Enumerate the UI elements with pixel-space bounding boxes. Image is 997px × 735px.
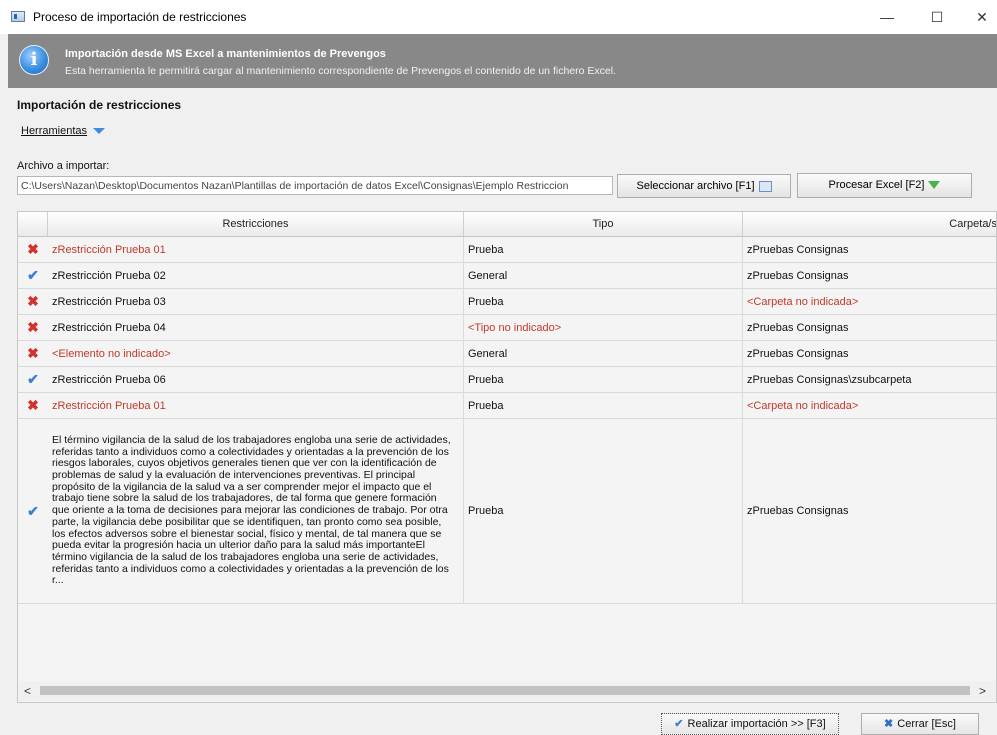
cell-tipo[interactable]: Prueba	[464, 237, 743, 262]
cell-restriccion[interactable]: zRestricción Prueba 06	[48, 367, 464, 392]
x-icon: ✖	[27, 345, 39, 361]
search-icon	[758, 180, 772, 192]
cell-tipo[interactable]: General	[464, 263, 743, 288]
app-icon	[11, 11, 25, 22]
cell-restriccion[interactable]: zRestricción Prueba 01	[48, 237, 464, 262]
section-title: Importación de restricciones	[17, 98, 182, 112]
check-icon: ✔	[27, 267, 39, 283]
close-button-label: Cerrar [Esc]	[897, 718, 956, 730]
check-icon: ✔	[674, 718, 684, 730]
table-row[interactable]: ✖ zRestricción Prueba 01 Prueba <Carpeta no…	[18, 393, 996, 419]
cell-restriccion[interactable]: <Elemento no indicado>	[48, 341, 464, 366]
file-path-input[interactable]	[17, 176, 613, 195]
grid-header: Restricciones Tipo Carpeta/s	[18, 212, 996, 237]
banner-title: Importación desde MS Excel a mantenimien…	[65, 48, 386, 60]
cell-carpeta[interactable]: <Carpeta no indicada>	[743, 289, 996, 314]
header-status-cell	[18, 212, 48, 236]
tools-menu-label: Herramientas	[21, 125, 88, 137]
cell-tipo[interactable]: Prueba	[464, 393, 743, 418]
arrow-down-icon	[928, 181, 941, 190]
maximize-button[interactable]: ☐	[915, 0, 959, 34]
check-icon: ✔	[27, 371, 39, 387]
cell-carpeta[interactable]: zPruebas Consignas	[743, 315, 996, 340]
cell-tipo[interactable]: General	[464, 341, 743, 366]
cell-carpeta[interactable]: zPruebas Consignas	[743, 263, 996, 288]
cell-restriccion[interactable]: zRestricción Prueba 02	[48, 263, 464, 288]
cell-restriccion[interactable]: zRestricción Prueba 01	[48, 393, 464, 418]
select-file-button[interactable]: Seleccionar archivo [F1]	[617, 174, 791, 198]
info-icon: i	[19, 45, 49, 75]
cell-restriccion-text: zRestricción Prueba 03	[52, 295, 166, 308]
cell-carpeta[interactable]: zPruebas Consignas	[743, 341, 996, 366]
table-row[interactable]: ✔ zRestricción Prueba 02 General zPruebas C…	[18, 263, 996, 289]
minimize-button[interactable]: —	[865, 0, 909, 34]
cell-carpeta[interactable]: zPruebas Consignas	[743, 237, 996, 262]
x-icon: ✖	[27, 241, 39, 257]
table-row[interactable]: ✔ zRestricción Prueba 06 Prueba zPruebas Co…	[18, 367, 996, 393]
horizontal-scrollbar[interactable]: < >	[18, 681, 996, 701]
import-button-label: Realizar importación >> [F3]	[687, 718, 826, 730]
cell-carpeta[interactable]: zPruebas Consignas	[743, 419, 996, 603]
cell-tipo[interactable]: Prueba	[464, 367, 743, 392]
cell-restriccion-text: zRestricción Prueba 06	[52, 373, 166, 386]
header-tipo[interactable]: Tipo	[464, 212, 743, 236]
check-icon: ✔	[27, 502, 39, 519]
cell-tipo[interactable]: Prueba	[464, 419, 743, 603]
cell-carpeta[interactable]: zPruebas Consignas\zsubcarpeta	[743, 367, 996, 392]
cell-restriccion[interactable]: zRestricción Prueba 04	[48, 315, 464, 340]
banner-subtitle: Esta herramienta le permitirá cargar al …	[65, 65, 616, 77]
file-label: Archivo a importar:	[17, 160, 110, 172]
scroll-thumb[interactable]	[40, 686, 970, 695]
scroll-left-icon[interactable]: <	[24, 684, 31, 698]
cell-restriccion-text: zRestricción Prueba 01	[52, 243, 166, 256]
close-button[interactable]: ✖ Cerrar [Esc]	[861, 713, 979, 735]
cell-restriccion-text: El término vigilancia de la salud de los…	[52, 433, 451, 587]
cell-restriccion[interactable]: zRestricción Prueba 03	[48, 289, 464, 314]
scroll-right-icon[interactable]: >	[979, 684, 986, 698]
x-icon: ✖	[884, 718, 894, 730]
chevron-down-icon	[93, 128, 106, 135]
cell-restriccion[interactable]: El término vigilancia de la salud de los…	[48, 419, 464, 603]
cell-restriccion-text: zRestricción Prueba 02	[52, 269, 166, 282]
x-icon: ✖	[27, 397, 39, 413]
info-banner: i Importación desde MS Excel a mantenimi…	[8, 34, 997, 88]
cell-carpeta[interactable]: <Carpeta no indicada>	[743, 393, 996, 418]
cell-tipo[interactable]: Prueba	[464, 289, 743, 314]
table-row[interactable]: ✔ El término vigilancia de la salud de lo…	[18, 419, 996, 604]
cell-restriccion-text: <Elemento no indicado>	[52, 347, 171, 360]
process-excel-button[interactable]: Procesar Excel [F2]	[797, 173, 972, 198]
x-icon: ✖	[27, 319, 39, 335]
cell-tipo[interactable]: <Tipo no indicado>	[464, 315, 743, 340]
select-file-label: Seleccionar archivo [F1]	[636, 180, 755, 192]
table-row[interactable]: ✖ zRestricción Prueba 01 Prueba zPruebas Co…	[18, 237, 996, 263]
x-icon: ✖	[27, 293, 39, 309]
window-title: Proceso de importación de restricciones	[33, 10, 247, 24]
header-carpeta[interactable]: Carpeta/s	[743, 212, 996, 236]
tools-menu[interactable]: Herramientas	[21, 125, 106, 137]
restrictions-grid[interactable]: Restricciones Tipo Carpeta/s ✖ zRestricci…	[17, 211, 997, 703]
title-bar: Proceso de importación de restricciones …	[0, 0, 997, 34]
cell-restriccion-text: zRestricción Prueba 04	[52, 321, 166, 334]
import-button[interactable]: ✔ Realizar importación >> [F3]	[661, 713, 839, 735]
close-window-button[interactable]: ✕	[960, 0, 997, 34]
table-row[interactable]: ✖ zRestricción Prueba 03 Prueba <Carpeta no…	[18, 289, 996, 315]
table-row[interactable]: ✖ zRestricción Prueba 04 <Tipo no indicado…	[18, 315, 996, 341]
table-row[interactable]: ✖ <Elemento no indicado> General zPruebas C…	[18, 341, 996, 367]
cell-restriccion-text: zRestricción Prueba 01	[52, 399, 166, 412]
process-excel-label: Procesar Excel [F2]	[828, 179, 925, 191]
header-restricciones[interactable]: Restricciones	[48, 212, 464, 236]
